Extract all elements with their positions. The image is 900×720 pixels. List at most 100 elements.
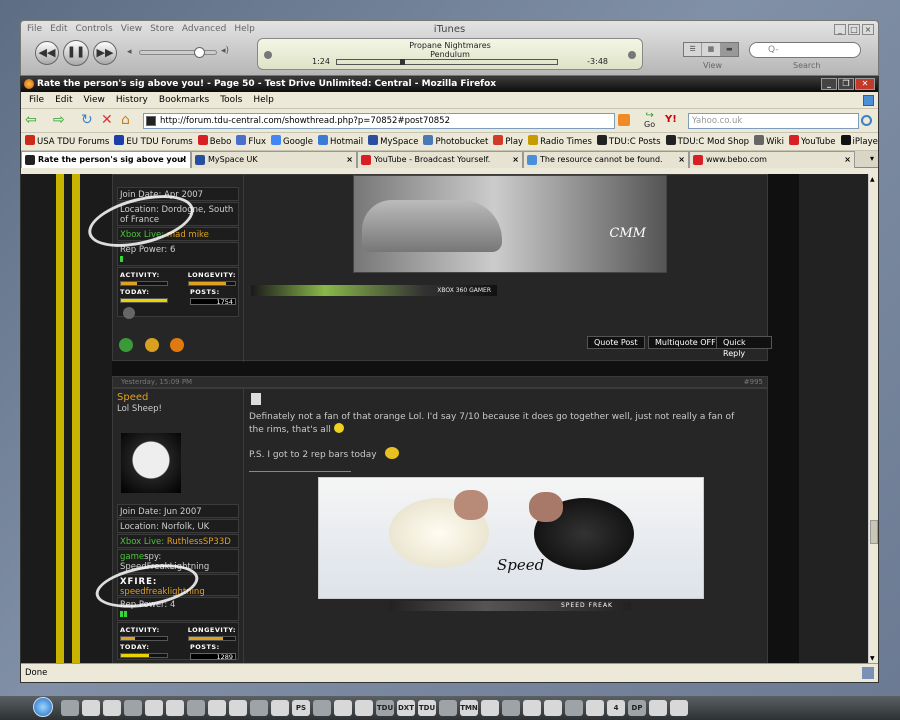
taskbar-app-icon[interactable] <box>145 700 163 716</box>
menu-tools[interactable]: Tools <box>220 92 242 108</box>
bookmark-item[interactable]: Photobucket <box>423 133 488 150</box>
taskbar-app-icon[interactable] <box>355 700 373 716</box>
track-progress[interactable] <box>336 59 558 65</box>
taskbar-app-icon[interactable]: TDU <box>376 700 394 716</box>
menu-view[interactable]: View <box>84 92 105 108</box>
taskbar-app-icon[interactable]: DP <box>628 700 646 716</box>
taskbar-app-icon[interactable] <box>502 700 520 716</box>
browser-tab[interactable]: www.bebo.com × <box>689 151 855 168</box>
menu-help[interactable]: Help <box>253 92 274 108</box>
pause-button[interactable]: ❚❚ <box>63 40 89 66</box>
bookmark-item[interactable]: USA TDU Forums <box>25 133 109 150</box>
taskbar-app-icon[interactable] <box>523 700 541 716</box>
itunes-search-input[interactable]: Q- <box>749 42 861 58</box>
previous-track-button[interactable]: ◀◀ <box>35 41 59 65</box>
rss-feed-icon[interactable] <box>618 114 630 126</box>
bookmark-item[interactable]: MySpace <box>368 133 418 150</box>
bookmark-item[interactable]: Flux <box>236 133 266 150</box>
next-track-button[interactable]: ▶▶ <box>93 41 117 65</box>
coverflow-view-button[interactable]: ▬ <box>720 43 738 56</box>
taskbar-app-icon[interactable] <box>82 700 100 716</box>
scroll-up-icon[interactable]: ▲ <box>870 176 875 183</box>
bookmark-item[interactable]: Bebo <box>197 133 231 150</box>
menu-edit[interactable]: Edit <box>55 92 72 108</box>
taskbar-app-icon[interactable]: TMN F <box>460 700 478 716</box>
start-button[interactable] <box>33 697 53 717</box>
bookmark-item[interactable]: Wiki <box>754 133 784 150</box>
multiquote-button[interactable]: Multiquote OFF <box>648 336 723 349</box>
taskbar-app-icon[interactable] <box>166 700 184 716</box>
bookmark-item[interactable]: TDU:C Posts <box>596 133 661 150</box>
scroll-thumb[interactable] <box>870 520 878 544</box>
menu-history[interactable]: History <box>116 92 148 108</box>
taskbar-app-icon[interactable] <box>187 700 205 716</box>
report-icon[interactable] <box>145 338 159 352</box>
restore-button[interactable]: ❐ <box>838 78 854 90</box>
menu-bookmarks[interactable]: Bookmarks <box>159 92 209 108</box>
warning-icon[interactable] <box>170 338 184 352</box>
taskbar-app-icon[interactable] <box>565 700 583 716</box>
search-input[interactable]: Yahoo.co.uk <box>688 113 859 129</box>
vertical-scrollbar[interactable]: ▲ ▼ <box>868 174 878 664</box>
go-button[interactable]: ↪ Go <box>644 111 655 130</box>
taskbar-app-icon[interactable] <box>124 700 142 716</box>
bookmark-item[interactable]: Radio Times <box>528 133 592 150</box>
search-icon[interactable] <box>861 115 872 126</box>
tab-close-icon[interactable]: × <box>180 152 187 168</box>
close-button[interactable]: × <box>862 24 874 35</box>
quote-post-button[interactable]: Quote Post <box>587 336 645 349</box>
bookmark-item[interactable]: TDU:C Mod Shop <box>665 133 749 150</box>
taskbar-app-icon[interactable]: DXT <box>397 700 415 716</box>
minimize-button[interactable]: _ <box>834 24 846 35</box>
quick-reply-button[interactable]: Quick Reply <box>716 336 772 358</box>
browser-tab[interactable]: YouTube - Broadcast Yourself. × <box>357 151 523 168</box>
genius-icon[interactable] <box>628 51 636 59</box>
taskbar-app-icon[interactable] <box>271 700 289 716</box>
taskbar-app-icon[interactable]: 4 <box>607 700 625 716</box>
taskbar-app-icon[interactable] <box>649 700 667 716</box>
profile-icon[interactable] <box>123 307 135 319</box>
taskbar-app-icon[interactable] <box>61 700 79 716</box>
minimize-button[interactable]: _ <box>821 78 837 90</box>
post-number[interactable]: #995 <box>744 377 763 387</box>
username[interactable]: Speed <box>117 392 148 403</box>
bookmark-item[interactable]: Play <box>493 133 523 150</box>
bookmark-item[interactable]: iPlayer <box>840 133 878 150</box>
tab-close-icon[interactable]: × <box>844 152 851 168</box>
taskbar-app-icon[interactable] <box>103 700 121 716</box>
taskbar-app-icon[interactable] <box>544 700 562 716</box>
xbox-gamertag[interactable]: RuthlessSP33D <box>167 537 231 547</box>
taskbar-app-icon[interactable] <box>313 700 331 716</box>
yahoo-engine-icon[interactable]: Y! <box>665 114 677 125</box>
close-button[interactable]: ✕ <box>855 78 875 90</box>
tab-close-icon[interactable]: × <box>346 152 353 168</box>
list-view-button[interactable]: ☰ <box>684 43 703 56</box>
stop-button[interactable]: ✕ <box>101 112 113 129</box>
reputation-icon[interactable] <box>119 338 133 352</box>
taskbar-app-icon[interactable] <box>334 700 352 716</box>
scroll-down-icon[interactable]: ▼ <box>870 655 875 662</box>
menu-file[interactable]: File <box>29 92 44 108</box>
maximize-button[interactable]: □ <box>848 24 860 35</box>
bookmark-item[interactable]: Google <box>271 133 313 150</box>
volume-slider[interactable] <box>139 47 217 58</box>
tab-close-icon[interactable]: × <box>678 152 685 168</box>
tab-list-chevron-icon[interactable]: ▾ <box>870 151 874 167</box>
taskbar-app-icon[interactable] <box>208 700 226 716</box>
bookmark-item[interactable]: Hotmail <box>318 133 363 150</box>
taskbar-app-icon[interactable] <box>586 700 604 716</box>
bookmark-item[interactable]: EU TDU Forums <box>114 133 193 150</box>
taskbar-app-icon[interactable] <box>481 700 499 716</box>
browser-tab[interactable]: Rate the person's sig above you! ... × <box>21 151 191 168</box>
forward-button[interactable]: ⇨ <box>53 112 65 129</box>
taskbar-app-icon[interactable] <box>250 700 268 716</box>
browser-tab[interactable]: The resource cannot be found. × <box>523 151 689 168</box>
taskbar-app-icon[interactable]: TDU MOD <box>418 700 436 716</box>
tab-close-icon[interactable]: × <box>512 152 519 168</box>
url-bar[interactable]: http://forum.tdu-central.com/showthread.… <box>143 113 615 129</box>
taskbar-app-icon[interactable] <box>670 700 688 716</box>
browser-tab[interactable]: MySpace UK × <box>191 151 357 168</box>
taskbar-app-icon[interactable] <box>229 700 247 716</box>
taskbar-app-icon[interactable] <box>439 700 457 716</box>
taskbar-app-icon[interactable]: PS <box>292 700 310 716</box>
